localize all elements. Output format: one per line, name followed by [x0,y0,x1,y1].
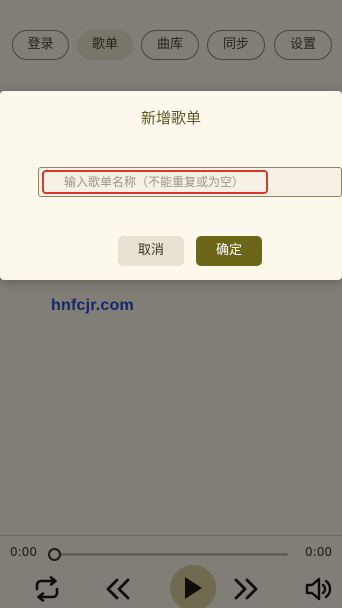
confirm-button[interactable]: 确定 [196,236,262,266]
playlist-name-field [38,167,342,197]
new-playlist-dialog: 新增歌单 取消 确定 [0,91,342,280]
dialog-title: 新增歌单 [140,109,201,127]
playlist-name-input[interactable] [42,170,268,194]
cancel-button[interactable]: 取消 [118,236,184,266]
